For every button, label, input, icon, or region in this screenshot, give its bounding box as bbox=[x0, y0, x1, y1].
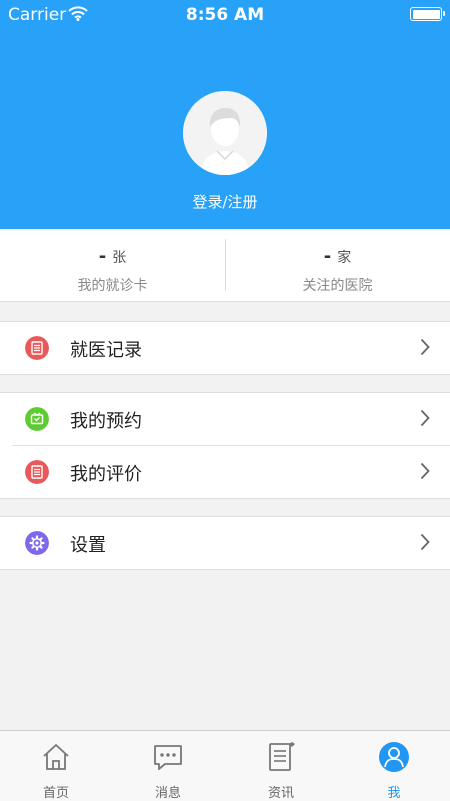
menu-item-label: 设置 bbox=[70, 535, 106, 556]
menu-item-medical-records[interactable]: 就医记录 bbox=[0, 322, 450, 374]
tab-messages[interactable]: 消息 bbox=[112, 731, 224, 801]
stat-label: 我的就诊卡 bbox=[77, 278, 148, 294]
battery-icon bbox=[410, 7, 445, 21]
stat-unit: 家 bbox=[337, 250, 352, 266]
stat-unit: 张 bbox=[112, 250, 127, 266]
user-icon bbox=[379, 742, 409, 772]
stat-followed-hospitals[interactable]: -家 关注的医院 bbox=[225, 229, 450, 301]
news-icon bbox=[269, 742, 295, 771]
avatar[interactable] bbox=[183, 91, 267, 175]
profile-header: Carrier 8:56 AM 登录/注册 bbox=[0, 0, 450, 229]
chevron-right-icon bbox=[420, 338, 430, 356]
status-bar: Carrier 8:56 AM bbox=[0, 0, 450, 30]
chevron-right-icon bbox=[420, 409, 430, 427]
stat-visit-cards[interactable]: -张 我的就诊卡 bbox=[0, 229, 225, 301]
review-icon bbox=[25, 460, 49, 484]
login-register-link[interactable]: 登录/注册 bbox=[0, 191, 450, 212]
stats-panel: -张 我的就诊卡 -家 关注的医院 bbox=[0, 229, 450, 302]
record-icon bbox=[25, 336, 49, 360]
menu-item-my-reviews[interactable]: 我的评价 bbox=[12, 445, 450, 498]
home-icon bbox=[43, 744, 69, 770]
appointment-icon bbox=[25, 407, 49, 431]
menu-group-settings: 设置 bbox=[0, 516, 450, 570]
message-icon bbox=[154, 745, 182, 770]
menu-group-records: 就医记录 bbox=[0, 321, 450, 375]
stat-label: 关注的医院 bbox=[302, 278, 373, 294]
menu-group-activity: 我的预约 我的评价 bbox=[0, 392, 450, 499]
chevron-right-icon bbox=[420, 462, 430, 480]
default-avatar-icon bbox=[183, 91, 267, 175]
gear-icon bbox=[25, 531, 49, 555]
chevron-right-icon bbox=[420, 533, 430, 551]
menu-item-settings[interactable]: 设置 bbox=[0, 517, 450, 569]
tab-label: 资讯 bbox=[267, 786, 294, 801]
tab-label: 首页 bbox=[42, 786, 69, 801]
stat-count: - bbox=[98, 246, 107, 267]
menu-item-label: 就医记录 bbox=[70, 340, 142, 361]
menu-item-label: 我的预约 bbox=[70, 411, 142, 432]
bottom-tab-bar: 首页 消息 资讯 我 bbox=[0, 730, 450, 801]
stat-count: - bbox=[323, 246, 332, 267]
menu-item-label: 我的评价 bbox=[70, 464, 142, 485]
tab-news[interactable]: 资讯 bbox=[225, 731, 337, 801]
tab-label: 消息 bbox=[154, 786, 181, 801]
tab-home[interactable]: 首页 bbox=[0, 731, 112, 801]
tab-label: 我 bbox=[387, 786, 401, 801]
clock: 8:56 AM bbox=[185, 5, 265, 25]
menu-item-my-appointments[interactable]: 我的预约 bbox=[0, 393, 450, 445]
tab-me[interactable]: 我 bbox=[338, 731, 450, 801]
